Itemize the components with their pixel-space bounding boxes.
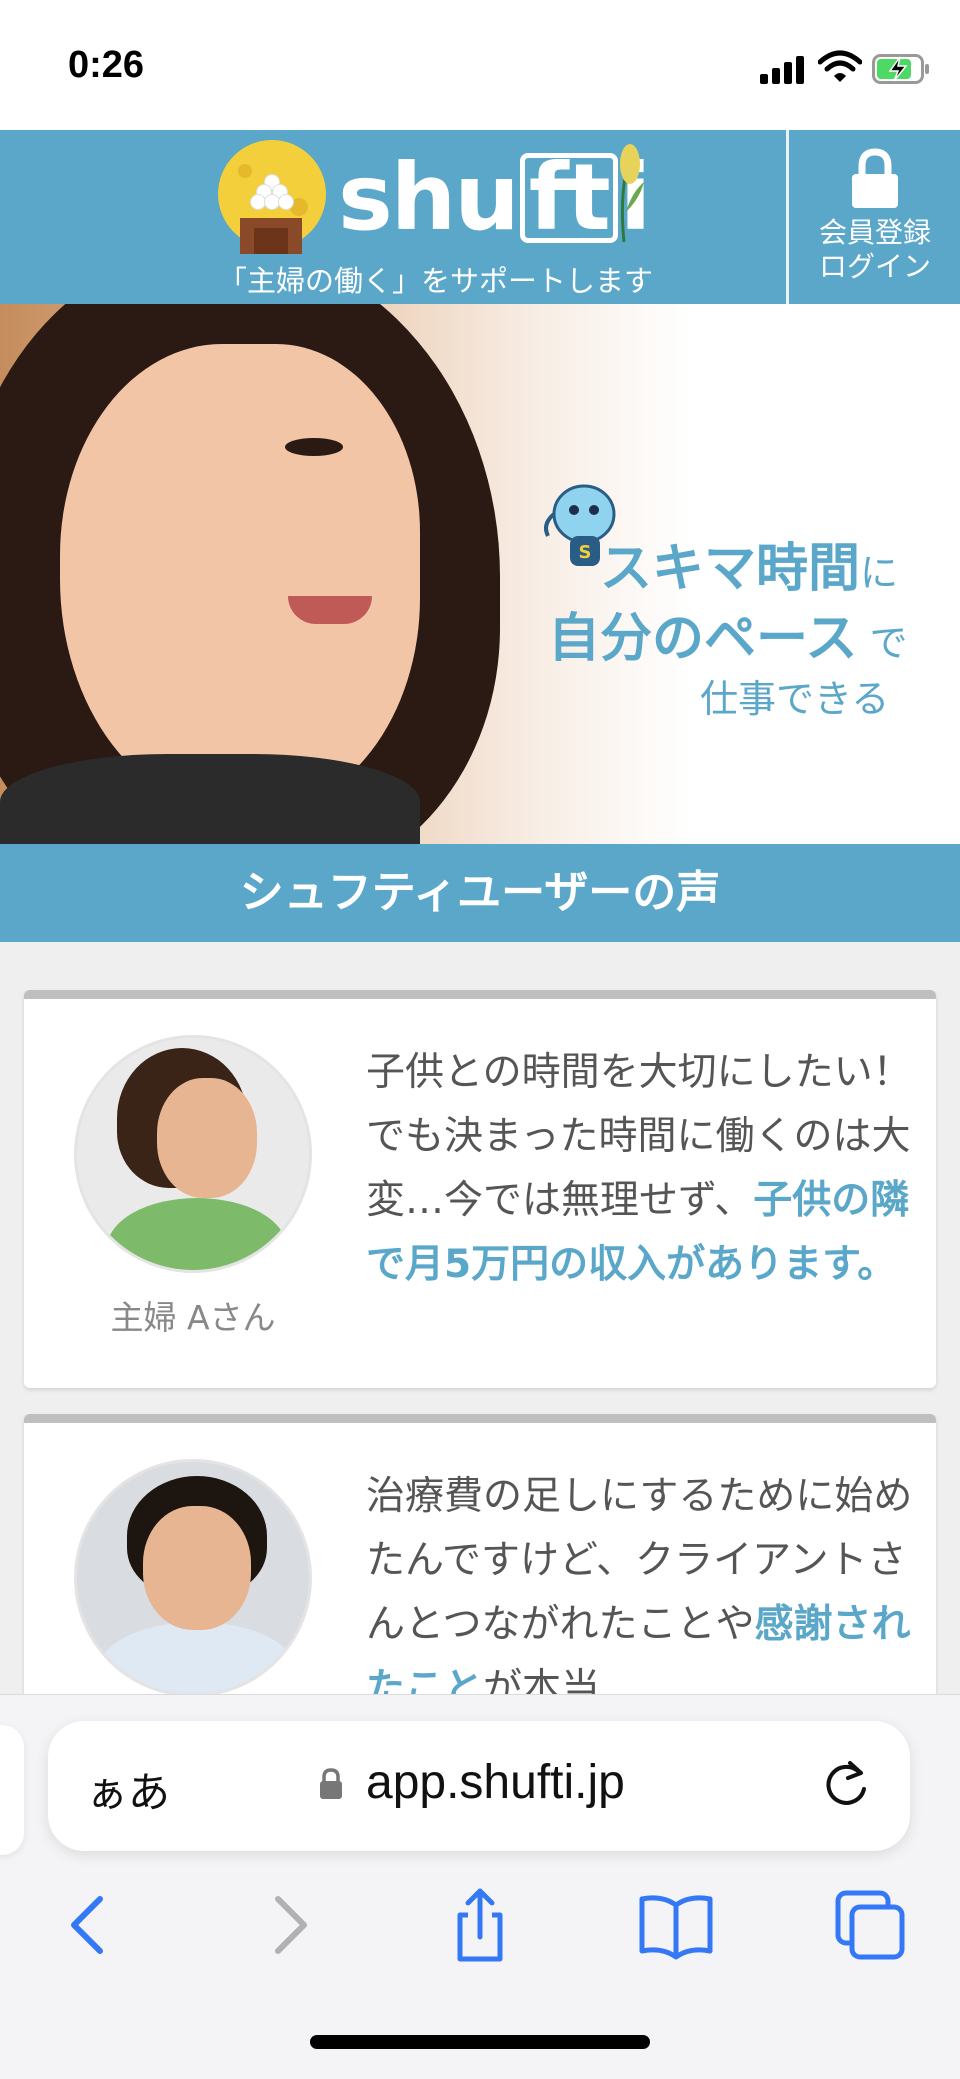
wifi-icon — [818, 50, 862, 82]
lock-icon — [320, 1768, 342, 1799]
leaf-logo-icon — [620, 144, 644, 242]
home-indicator — [310, 2035, 650, 2049]
lock-icon — [852, 148, 898, 208]
url-text: app.shufti.jp — [366, 1756, 625, 1809]
hero-line-1: スキマ時間に — [600, 539, 899, 599]
dango-logo-icon — [250, 174, 294, 210]
bookmarks-icon[interactable] — [636, 1885, 716, 1965]
forward-icon[interactable] — [248, 1885, 328, 1965]
site-header: shufti 「主婦の働く」をサポートします 会員登録 ログイン — [0, 130, 960, 304]
testimonial-author: 主婦 Aさん — [110, 1298, 276, 1337]
avatar — [74, 1035, 312, 1273]
status-bar: 0:26 — [0, 0, 960, 130]
browser-toolbar: ぁあ app.shufti.jp — [0, 1694, 960, 2079]
back-icon[interactable] — [50, 1885, 130, 1965]
testimonial-card: 治療費の足しにするために始めたんですけど、クライアントさんとつながれたことや感謝… — [24, 1414, 936, 1734]
status-time: 0:26 — [68, 44, 145, 86]
stand-logo-icon — [240, 218, 302, 254]
hero-banner: S スキマ時間に 自分のペース で 仕事できる — [0, 304, 960, 844]
reload-icon[interactable] — [820, 1759, 872, 1811]
testimonial-card: 主婦 Aさん 子供との時間を大切にしたい！でも決まった時間に働くのは大変…今では… — [24, 990, 936, 1388]
svg-text:S: S — [579, 542, 592, 563]
logo-wordmark: shufti — [338, 148, 651, 248]
hero-line-2: 自分のペース で — [548, 609, 908, 669]
tabs-icon[interactable] — [830, 1885, 910, 1965]
address-bar[interactable]: ぁあ app.shufti.jp — [48, 1721, 910, 1851]
avatar — [74, 1459, 312, 1697]
cellular-signal-icon — [760, 56, 806, 84]
user-voices-header: シュフティユーザーの声 — [0, 844, 960, 942]
battery-charging-icon — [872, 54, 929, 84]
section-title: シュフティユーザーの声 — [239, 867, 721, 918]
testimonial-text: 子供との時間を大切にしたい！でも決まった時間に働くのは大変…今では無理せず、子供… — [366, 1050, 912, 1287]
share-icon[interactable] — [440, 1885, 520, 1965]
register-login-label: 会員登録 ログイン — [818, 216, 931, 283]
tagline: 「主婦の働く」をサポートします — [218, 264, 654, 298]
header-divider — [786, 130, 789, 304]
register-login-button[interactable]: 会員登録 ログイン — [790, 130, 960, 304]
previous-tab-edge[interactable] — [0, 1725, 24, 1855]
hero-line-3: 仕事できる — [700, 677, 890, 721]
page-settings-button[interactable]: ぁあ — [86, 1759, 170, 1820]
testimonial-text: 治療費の足しにするために始めたんですけど、クライアントさんとつながれたことや感謝… — [366, 1474, 913, 1711]
